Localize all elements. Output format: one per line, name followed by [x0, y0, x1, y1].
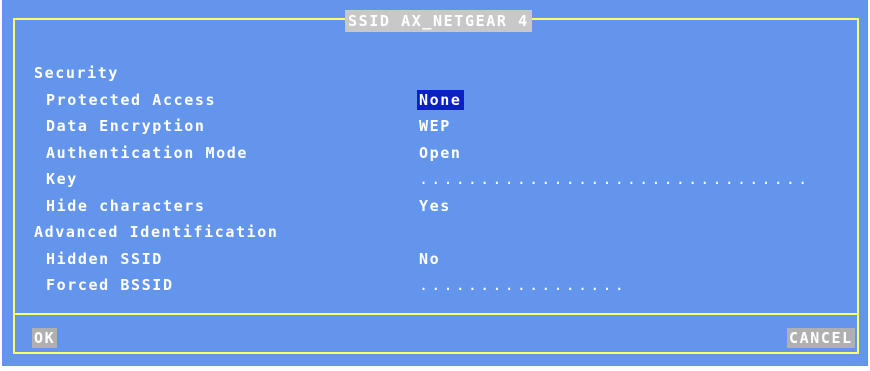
- hidden-ssid-label: Hidden SSID: [46, 250, 163, 268]
- authentication-mode-value[interactable]: Open: [419, 143, 462, 163]
- hide-characters-value[interactable]: Yes: [419, 196, 451, 216]
- forced-bssid-field[interactable]: .................: [419, 275, 627, 295]
- cancel-button[interactable]: CANCEL: [787, 328, 855, 348]
- button-bar-divider: [15, 313, 857, 315]
- key-label: Key: [46, 170, 78, 188]
- key-field[interactable]: ................................: [419, 169, 810, 189]
- forced-bssid-label: Forced BSSID: [46, 276, 174, 294]
- data-encryption-label: Data Encryption: [46, 117, 206, 135]
- data-encryption-value[interactable]: WEP: [419, 116, 451, 136]
- hide-characters-label: Hide characters: [46, 197, 206, 215]
- ssid-settings-dialog: SSID AX_NETGEAR 4 Security Protected Acc…: [2, 0, 868, 366]
- protected-access-label: Protected Access: [46, 91, 217, 109]
- protected-access-value[interactable]: None: [417, 90, 464, 110]
- hidden-ssid-value[interactable]: No: [419, 249, 440, 269]
- authentication-mode-label: Authentication Mode: [46, 144, 248, 162]
- ok-button[interactable]: OK: [32, 328, 58, 348]
- section-advanced-identification: Advanced Identification: [34, 223, 279, 241]
- dialog-title: SSID AX_NETGEAR 4: [345, 10, 532, 32]
- section-security: Security: [34, 64, 120, 82]
